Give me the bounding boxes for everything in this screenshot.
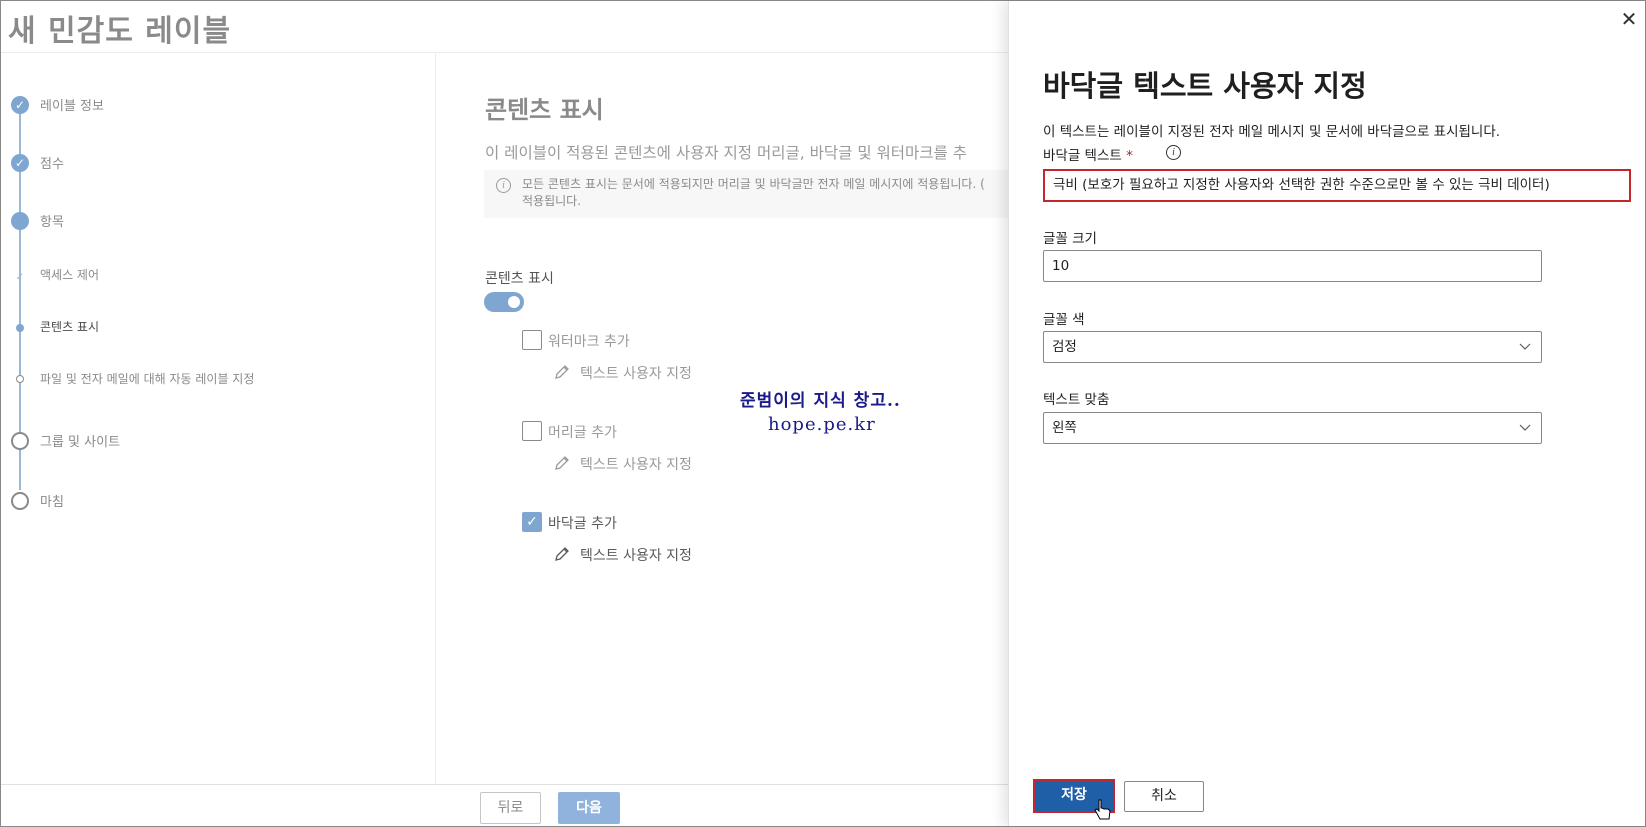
info-banner-text: 모든 콘텐츠 표시는 문서에 적용되지만 머리글 및 바닥글만 전자 메일 메시… — [522, 177, 985, 208]
footer-divider — [1, 784, 1008, 785]
substep-current-dot — [16, 324, 24, 332]
panel-description: 이 텍스트는 레이블이 지정된 전자 메일 메시지 및 문서에 바닥글으로 표시… — [1043, 124, 1501, 140]
footer-text-input[interactable]: 극비 (보호가 필요하고 지정한 사용자와 선택한 권한 수준으로만 볼 수 있… — [1043, 169, 1631, 202]
step-item-label-info[interactable]: 레이블 정보 — [40, 95, 104, 114]
content-marking-toggle-label: 콘텐츠 표시 — [485, 271, 554, 287]
panel-title: 바닥글 텍스트 사용자 지정 — [1043, 69, 1367, 103]
info-banner: i 모든 콘텐츠 표시는 문서에 적용되지만 머리글 및 바닥글만 전자 메일 … — [484, 170, 1008, 218]
step-check-icon: ✓ — [11, 96, 29, 114]
footer-checkbox[interactable]: ✓ — [522, 512, 542, 532]
site-watermark-text: 준범이의 지식 창고.. — [740, 391, 901, 411]
text-align-dropdown[interactable]: 왼쪽 — [1043, 412, 1542, 444]
chevron-down-icon — [1519, 343, 1531, 350]
font-color-value: 검정 — [1052, 339, 1077, 355]
pencil-icon — [555, 365, 569, 379]
required-mark: * — [1126, 148, 1133, 164]
header-checkbox[interactable] — [522, 421, 542, 441]
footer-text-label: 바닥글 텍스트 * — [1043, 144, 1133, 164]
substep-check-icon: ✓ — [15, 272, 25, 283]
page-title: 새 민감도 레이블 — [8, 14, 232, 49]
step-check-icon: ✓ — [11, 154, 29, 172]
text-align-value: 왼쪽 — [1052, 420, 1077, 436]
back-button[interactable]: 뒤로 — [480, 792, 541, 824]
content-marking-toggle[interactable] — [484, 292, 524, 312]
header-customize-link[interactable]: 텍스트 사용자 지정 — [580, 454, 692, 474]
watermark-checkbox[interactable] — [522, 330, 542, 350]
footer-customize-link[interactable]: 텍스트 사용자 지정 — [580, 545, 692, 565]
cancel-button[interactable]: 취소 — [1124, 781, 1204, 812]
font-size-input[interactable]: 10 — [1043, 250, 1542, 282]
chevron-down-icon — [1519, 424, 1531, 431]
pencil-icon — [555, 547, 569, 561]
step-current-dot — [11, 212, 29, 230]
step-pending-circle — [11, 492, 29, 510]
font-size-label: 글꼴 크기 — [1043, 231, 1097, 247]
stepper-track — [19, 228, 21, 490]
pencil-icon — [555, 456, 569, 470]
watermark-checkbox-label[interactable]: 워터마크 추가 — [548, 331, 630, 351]
watermark-customize-link[interactable]: 텍스트 사용자 지정 — [580, 363, 692, 383]
text-align-label: 텍스트 맞춤 — [1043, 392, 1110, 408]
font-color-label: 글꼴 색 — [1043, 312, 1085, 328]
hand-cursor-icon — [1094, 799, 1111, 820]
footer-text-flyout-panel: ✕ 바닥글 텍스트 사용자 지정 이 텍스트는 레이블이 지정된 전자 메일 메… — [1008, 1, 1645, 826]
font-color-dropdown[interactable]: 검정 — [1043, 331, 1542, 363]
substep-item-content-marking[interactable]: 콘텐츠 표시 — [40, 318, 99, 335]
substep-item-access-control[interactable]: 액세스 제어 — [40, 266, 99, 283]
substep-item-auto-labeling[interactable]: 파일 및 전자 메일에 대해 자동 레이블 지정 — [40, 370, 254, 387]
stepper-divider — [435, 53, 436, 784]
footer-text-label-text: 바닥글 텍스트 — [1043, 148, 1122, 164]
header-divider — [1, 52, 1008, 53]
step-item-groups-sites[interactable]: 그룹 및 사이트 — [40, 431, 120, 450]
step-item-score[interactable]: 점수 — [40, 153, 64, 172]
substep-pending-dot — [16, 375, 24, 383]
toggle-knob — [508, 296, 520, 308]
section-description: 이 레이블이 적용된 콘텐츠에 사용자 지정 머리글, 바닥글 및 워터마크를 … — [485, 144, 967, 162]
header-checkbox-label[interactable]: 머리글 추가 — [548, 422, 617, 442]
step-item-finish[interactable]: 마침 — [40, 491, 64, 510]
info-icon[interactable]: i — [1166, 145, 1181, 160]
step-item-items[interactable]: 항목 — [40, 211, 64, 230]
info-icon: i — [496, 178, 511, 193]
next-button[interactable]: 다음 — [558, 792, 620, 824]
footer-checkbox-label[interactable]: 바닥글 추가 — [548, 513, 617, 533]
close-icon[interactable]: ✕ — [1619, 9, 1639, 29]
site-watermark-url: hope.pe.kr — [768, 414, 876, 435]
step-pending-circle — [11, 432, 29, 450]
section-title: 콘텐츠 표시 — [485, 96, 604, 124]
